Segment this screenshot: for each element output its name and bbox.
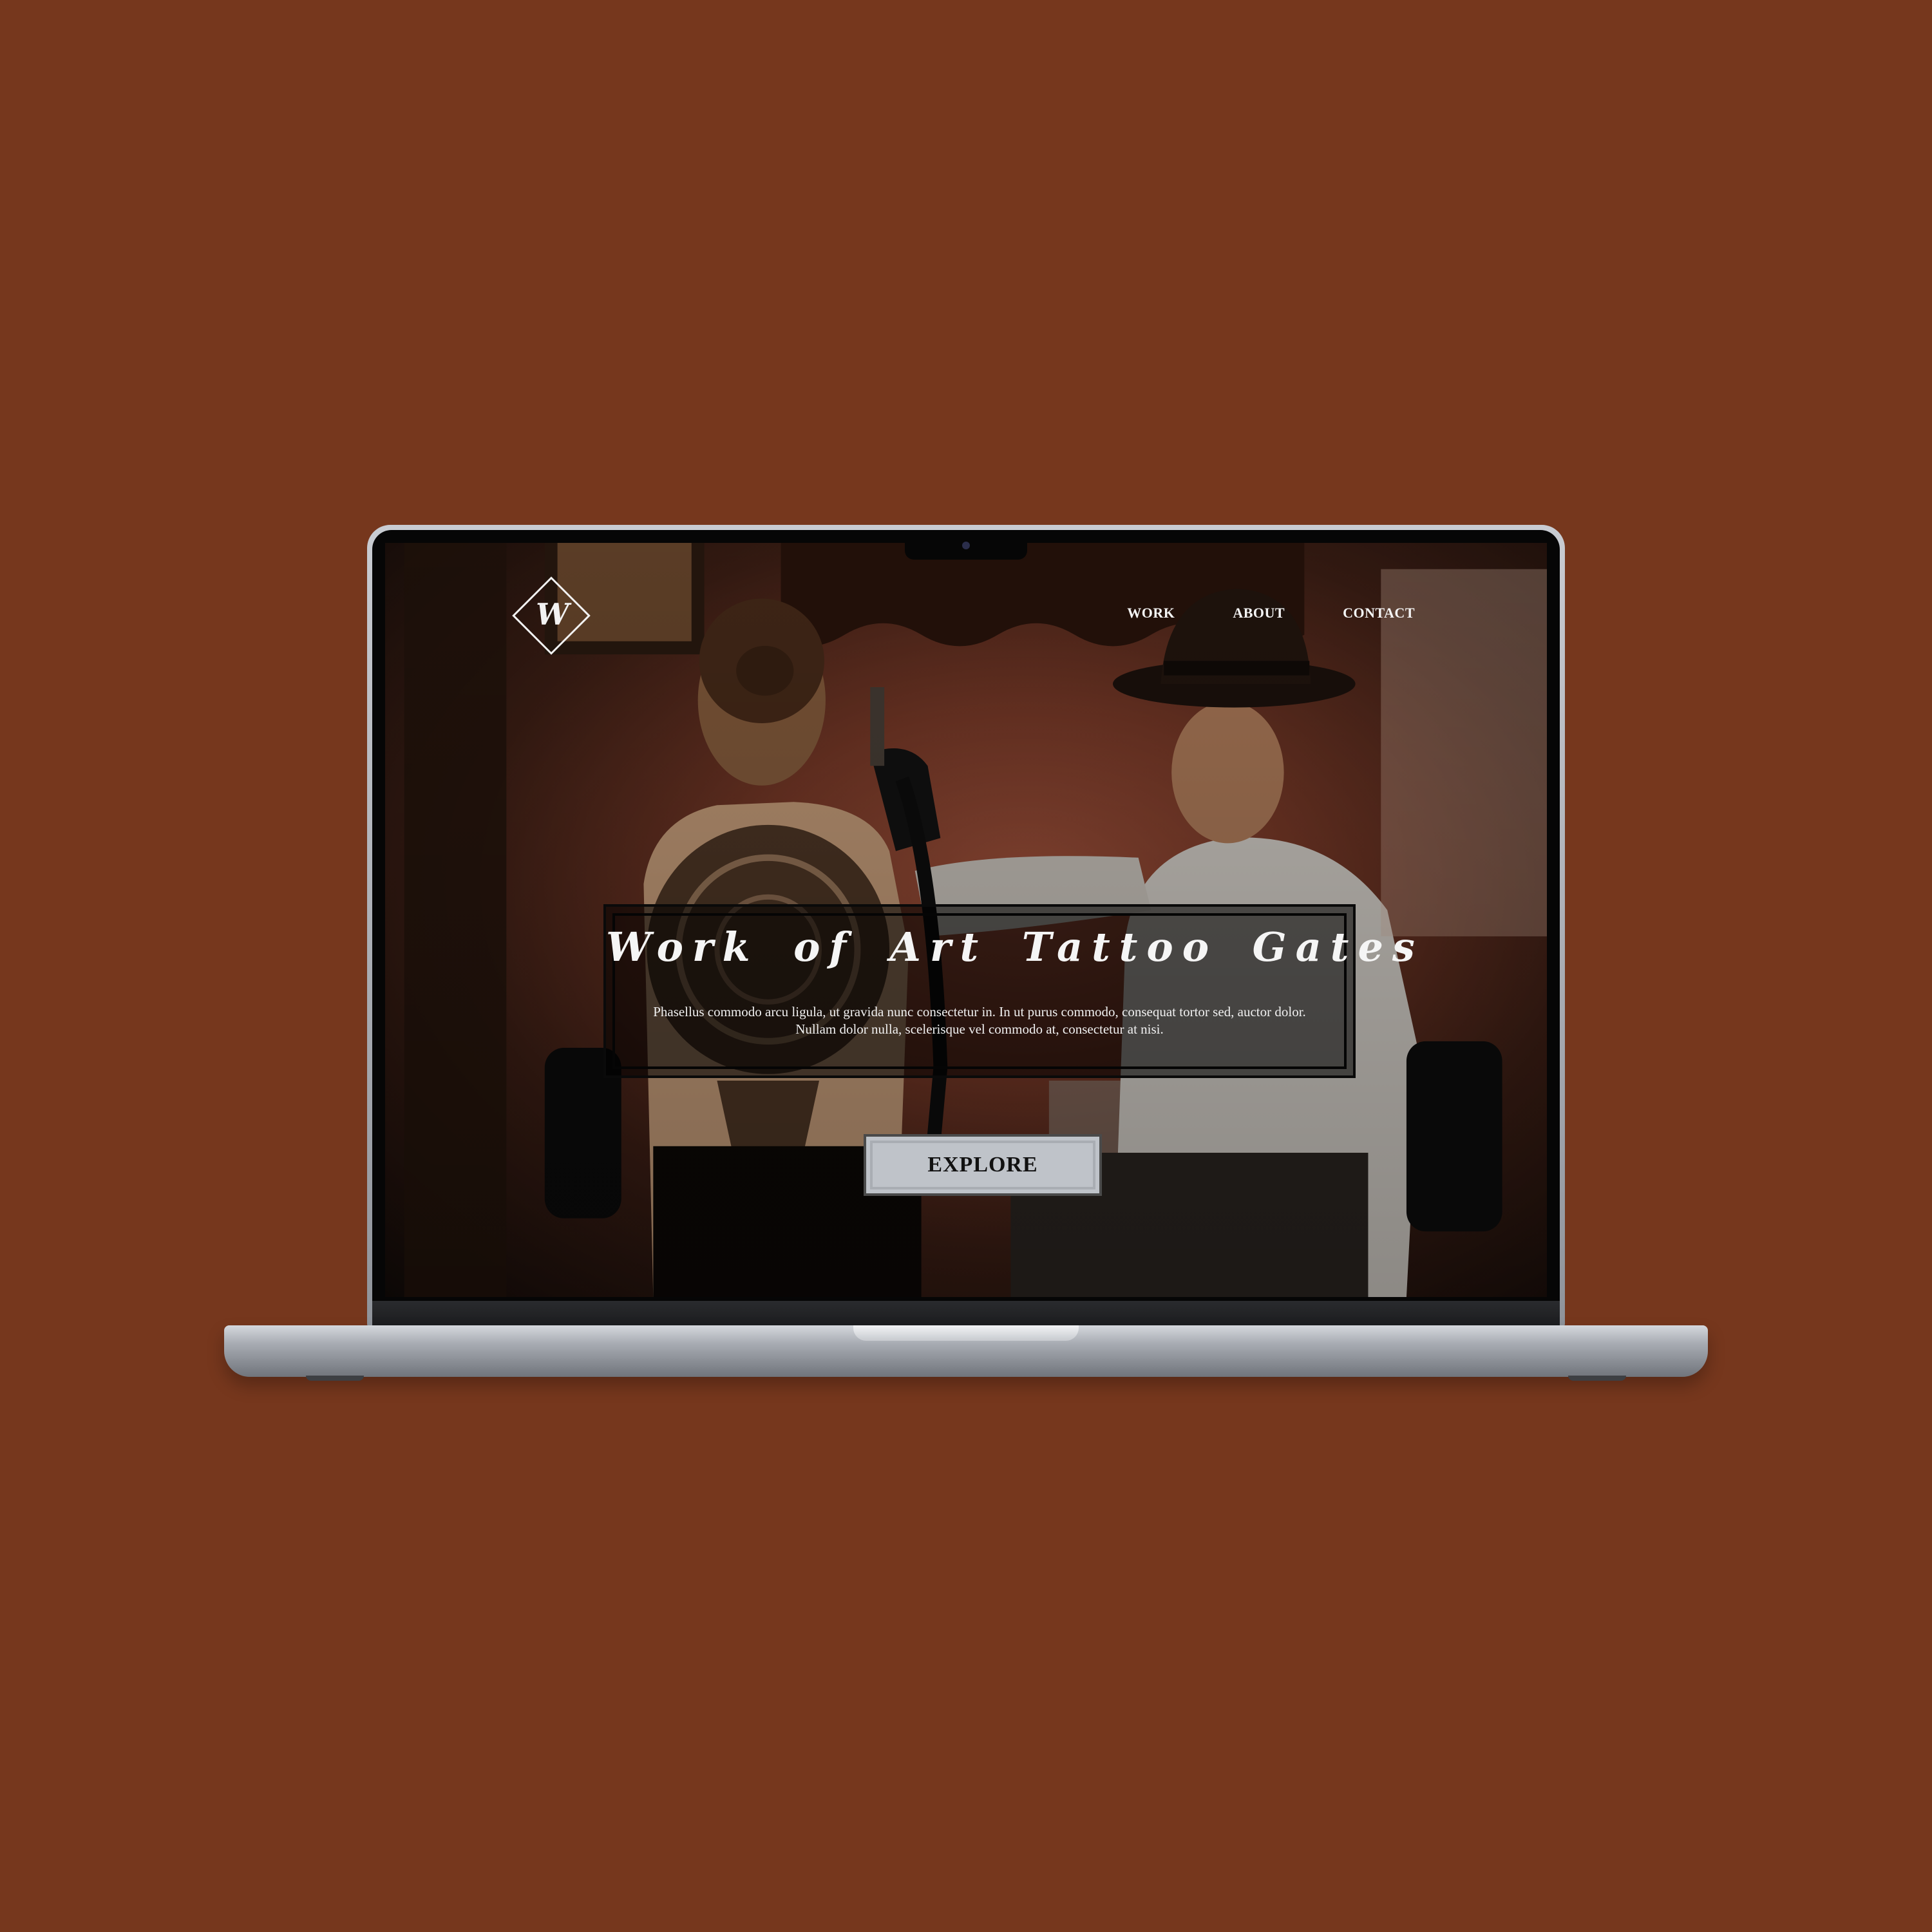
nav-work-link[interactable]: WORK (1127, 605, 1175, 621)
screen-bezel: W WORK ABOUT CONTACT Work of Art Tattoo … (372, 530, 1560, 1327)
hero-title: Work of Art Tattoo Gates (606, 923, 1424, 971)
laptop-base (224, 1325, 1708, 1377)
explore-button[interactable]: EXPLORE (864, 1134, 1102, 1196)
nav-contact-link[interactable]: CONTACT (1343, 605, 1415, 621)
screen-chin (372, 1301, 1560, 1327)
hero-description: Phasellus commodo arcu ligula, ut gravid… (653, 1004, 1306, 1037)
nav-about-link[interactable]: ABOUT (1233, 605, 1285, 621)
hero-title-panel: Work of Art Tattoo Gates Phasellus commo… (603, 904, 1424, 1078)
laptop-foot-right (1568, 1376, 1626, 1381)
camera-icon (962, 542, 970, 549)
logo-letter[interactable]: W (520, 597, 585, 632)
laptop-foot-left (306, 1376, 364, 1381)
camera-notch (905, 530, 1027, 560)
website-screen: W WORK ABOUT CONTACT Work of Art Tattoo … (385, 543, 1547, 1297)
main-nav: WORK ABOUT CONTACT (1127, 605, 1415, 621)
trackpad-notch (853, 1325, 1079, 1341)
laptop-lid: W WORK ABOUT CONTACT Work of Art Tattoo … (367, 525, 1565, 1327)
